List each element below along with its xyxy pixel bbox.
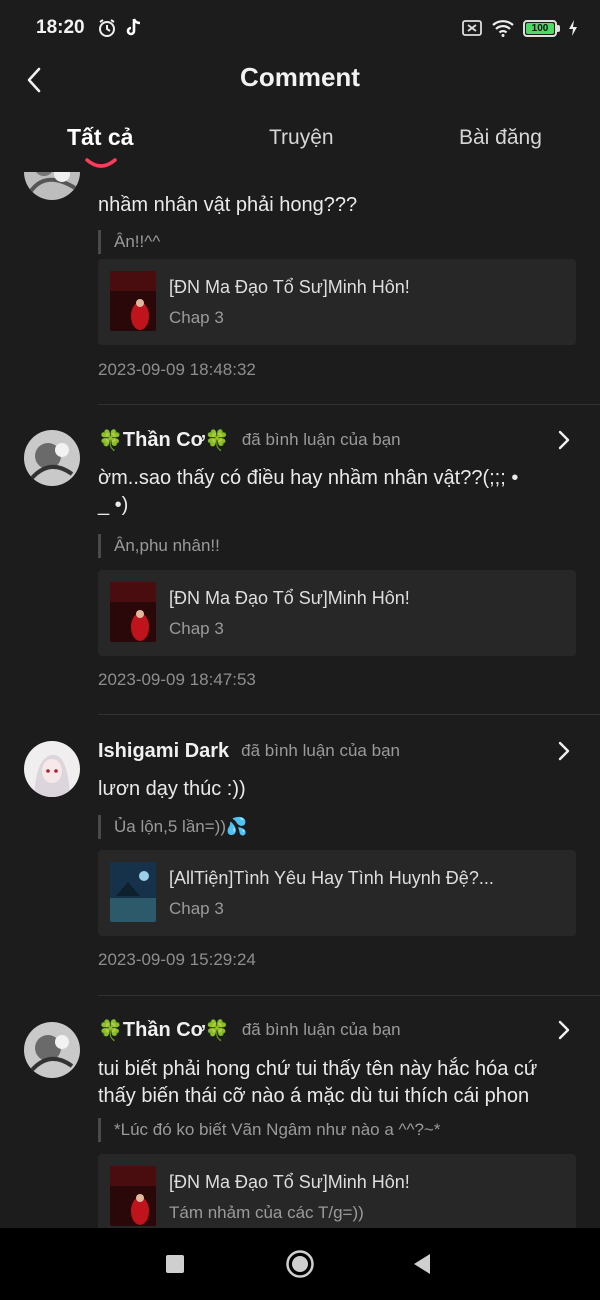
tiktok-icon bbox=[126, 18, 140, 36]
comment-item[interactable]: 🍀 Thần Cơ 🍀 đã bình luận của bạn ờm..sao… bbox=[0, 406, 600, 716]
header: Comment bbox=[0, 56, 600, 104]
comment-timestamp: 2023-09-09 18:47:53 bbox=[98, 670, 256, 689]
story-title: [AllTiện]Tình Yêu Hay Tình Huynh Đệ?... bbox=[169, 868, 494, 888]
comment-text: nhầm nhân vật phải hong??? bbox=[98, 194, 358, 216]
story-chapter: Chap 3 bbox=[169, 899, 224, 918]
quoted-reply: Ân,phu nhân!! bbox=[98, 534, 220, 558]
story-chapter: Chap 3 bbox=[169, 308, 224, 327]
home-button[interactable] bbox=[282, 1246, 318, 1282]
tab-posts[interactable]: Bài đăng bbox=[459, 126, 542, 150]
user-name[interactable]: Thần Cơ bbox=[123, 429, 205, 452]
story-card[interactable]: [ĐN Ma Đạo Tổ Sư]Minh Hôn! Chap 3 bbox=[98, 259, 576, 345]
clover-icon: 🍀 bbox=[204, 1019, 230, 1042]
comment-timestamp: 2023-09-09 18:48:32 bbox=[98, 360, 256, 379]
tab-all[interactable]: Tất cả bbox=[67, 124, 133, 151]
chevron-right-icon[interactable] bbox=[556, 1020, 572, 1040]
quoted-reply: Ân!!^^ bbox=[98, 230, 160, 254]
comment-text-line: tui biết phải hong chứ tui thấy tên này … bbox=[98, 1058, 538, 1080]
comment-item[interactable]: nhầm nhân vật phải hong??? Ân!!^^ [ĐN Ma… bbox=[0, 172, 600, 406]
comment-text-line: thấy biến thái cỡ nào á mặc dù tui thích… bbox=[98, 1085, 530, 1107]
action-text: đã bình luận của bạn bbox=[241, 1020, 401, 1039]
story-chapter: Tám nhảm của các T/g=)) bbox=[169, 1203, 364, 1222]
story-cover-image bbox=[110, 862, 156, 922]
clover-icon: 🍀 bbox=[98, 429, 123, 452]
comment-item[interactable]: Ishigami Dark đã bình luận của bạn lươn … bbox=[0, 717, 600, 997]
comment-text: tui biết phải hong chứ tui thấy tên này … bbox=[98, 1056, 588, 1110]
recents-square-icon bbox=[166, 1255, 184, 1273]
chevron-right-icon[interactable] bbox=[556, 430, 572, 450]
tab-stories[interactable]: Truyện bbox=[269, 126, 334, 150]
tab-bar: Tất cả Truyện Bài đăng bbox=[0, 112, 600, 172]
clover-icon: 🍀 bbox=[98, 1019, 123, 1042]
story-chapter: Chap 3 bbox=[169, 619, 224, 638]
avatar[interactable] bbox=[24, 741, 80, 797]
tab-active-indicator bbox=[85, 158, 117, 168]
status-bar: 18:20 100 bbox=[0, 0, 600, 56]
divider bbox=[98, 995, 600, 996]
story-card[interactable]: [AllTiện]Tình Yêu Hay Tình Huynh Đệ?... … bbox=[98, 850, 576, 936]
comment-item[interactable]: 🍀 Thần Cơ 🍀 đã bình luận của bạn tui biế… bbox=[0, 998, 600, 1228]
comment-text: lươn dạy thúc :)) bbox=[98, 778, 246, 800]
story-title: [ĐN Ma Đạo Tổ Sư]Minh Hôn! bbox=[169, 588, 410, 608]
divider bbox=[98, 714, 600, 715]
story-title: [ĐN Ma Đạo Tổ Sư]Minh Hôn! bbox=[169, 1172, 410, 1192]
comment-text-line: ờm..sao thấy có điều hay nhầm nhân vật??… bbox=[98, 467, 519, 489]
comment-feed[interactable]: nhầm nhân vật phải hong??? Ân!!^^ [ĐN Ma… bbox=[0, 172, 600, 1228]
avatar[interactable] bbox=[24, 430, 80, 486]
back-triangle-icon bbox=[414, 1254, 430, 1274]
avatar[interactable] bbox=[24, 172, 80, 200]
story-card[interactable]: [ĐN Ma Đạo Tổ Sư]Minh Hôn! Chap 3 bbox=[98, 570, 576, 656]
user-name[interactable]: Ishigami Dark bbox=[98, 740, 229, 763]
quoted-reply: Ủa lộn,5 lần=))💦 bbox=[98, 815, 247, 839]
battery-level: 100 bbox=[526, 22, 554, 34]
story-card[interactable]: [ĐN Ma Đạo Tổ Sư]Minh Hôn! Tám nhảm của … bbox=[98, 1154, 576, 1228]
comment-text: ờm..sao thấy có điều hay nhầm nhân vật??… bbox=[98, 465, 578, 519]
status-time: 18:20 bbox=[36, 17, 85, 38]
story-cover-image bbox=[110, 1166, 156, 1226]
system-nav-bar bbox=[0, 1228, 600, 1300]
page-title: Comment bbox=[240, 62, 360, 92]
alarm-icon bbox=[98, 19, 115, 37]
wifi-icon bbox=[492, 20, 514, 37]
action-text: đã bình luận của bạn bbox=[241, 741, 400, 760]
no-sim-icon bbox=[462, 20, 482, 36]
quoted-reply: *Lúc đó ko biết Vãn Ngâm như nào a ^^?~* bbox=[98, 1118, 440, 1142]
action-text: đã bình luận của bạn bbox=[241, 430, 401, 449]
clover-icon: 🍀 bbox=[204, 429, 230, 452]
story-cover-image bbox=[110, 582, 156, 642]
comment-text-line: _ •) bbox=[98, 494, 129, 516]
comment-timestamp: 2023-09-09 15:29:24 bbox=[98, 950, 256, 969]
story-title: [ĐN Ma Đạo Tổ Sư]Minh Hôn! bbox=[169, 277, 410, 297]
back-nav-button[interactable] bbox=[404, 1246, 440, 1282]
battery-indicator: 100 bbox=[523, 19, 560, 37]
chevron-right-icon[interactable] bbox=[556, 741, 572, 761]
charging-icon bbox=[569, 20, 577, 36]
story-cover-image bbox=[110, 271, 156, 331]
divider bbox=[98, 404, 600, 405]
home-circle-icon bbox=[286, 1250, 314, 1278]
user-name[interactable]: Thần Cơ bbox=[123, 1019, 205, 1042]
recents-button[interactable] bbox=[157, 1246, 193, 1282]
avatar[interactable] bbox=[24, 1022, 80, 1078]
